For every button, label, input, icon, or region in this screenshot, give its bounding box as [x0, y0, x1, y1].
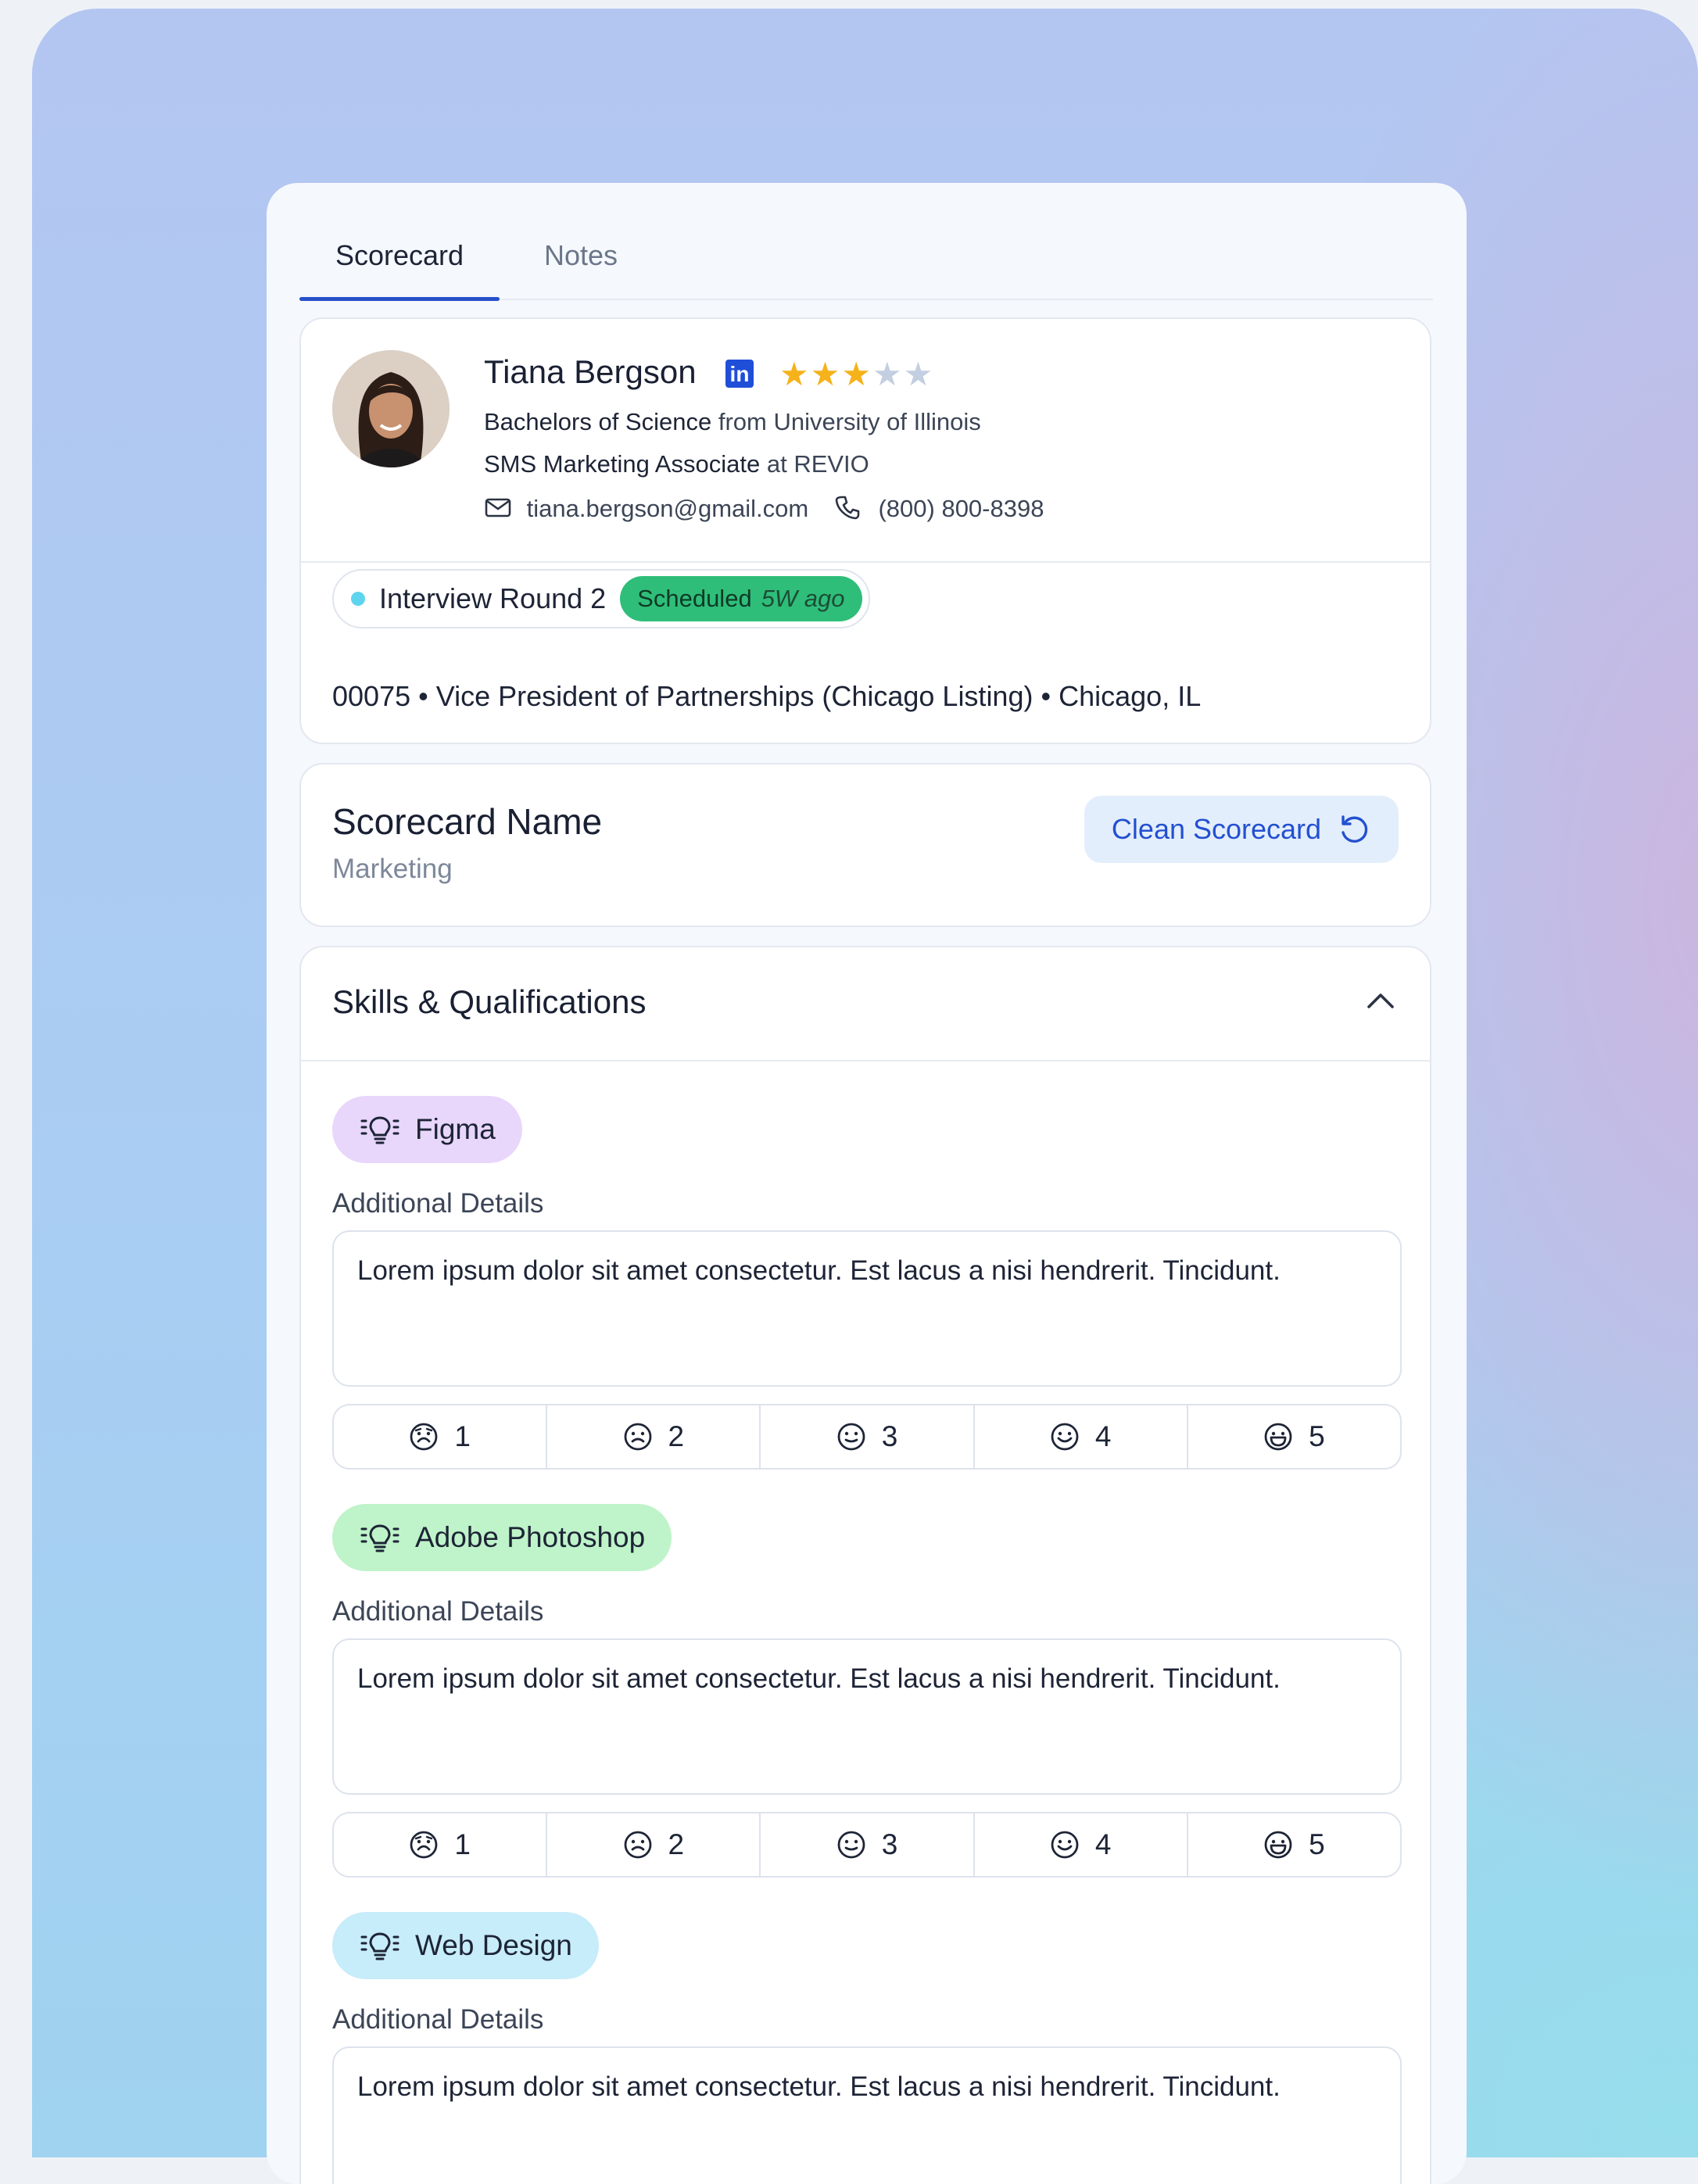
status-text: Scheduled — [637, 585, 752, 612]
star-empty-icon: ★ — [872, 356, 902, 392]
rating-value: 1 — [454, 1420, 471, 1452]
skill-name: Web Design — [415, 1929, 572, 1961]
company: REVIO — [793, 450, 869, 478]
very-happy-face-icon — [1264, 1831, 1292, 1859]
additional-details-input[interactable]: Lorem ipsum dolor sit amet consectetur. … — [332, 1230, 1402, 1387]
rating-value: 2 — [668, 1828, 685, 1860]
scorecard-name-value: Marketing — [332, 854, 453, 884]
lightbulb-icon — [360, 1524, 399, 1552]
rating-option-4[interactable]: 4 — [975, 1813, 1188, 1876]
status-dot — [351, 592, 365, 606]
contact-line: tiana.bergson@gmail.com (800) 800-8398 — [484, 494, 1044, 527]
candidate-rating-stars: ★★★★★ — [779, 355, 934, 393]
role-connector: at — [766, 450, 787, 478]
avatar[interactable] — [332, 350, 450, 467]
smile-face-icon — [1051, 1423, 1079, 1451]
rating-value: 4 — [1094, 1420, 1112, 1452]
additional-details-input[interactable]: Lorem ipsum dolor sit amet consectetur. … — [332, 2046, 1402, 2184]
listing-id: 00075 — [332, 680, 411, 712]
phone-icon — [834, 494, 861, 527]
star-filled-icon: ★ — [779, 356, 809, 392]
very-happy-face-icon — [1264, 1423, 1292, 1451]
rating-option-3[interactable]: 3 — [761, 1405, 975, 1468]
degree: Bachelors of Science — [484, 408, 712, 435]
employment-line: SMS Marketing Associate at REVIO — [484, 450, 869, 478]
skill-tag[interactable]: Figma — [332, 1096, 522, 1163]
clean-scorecard-label: Clean Scorecard — [1111, 813, 1322, 845]
tab-notes[interactable]: Notes — [526, 230, 636, 297]
rating-option-5[interactable]: 5 — [1188, 1405, 1400, 1468]
rating-option-1[interactable]: 1 — [334, 1405, 548, 1468]
clean-scorecard-button[interactable]: Clean Scorecard — [1084, 796, 1399, 863]
skill-tag[interactable]: Adobe Photoshop — [332, 1504, 672, 1571]
rating-value: 5 — [1309, 1828, 1325, 1860]
lightbulb-icon — [360, 1932, 399, 1960]
rating-option-2[interactable]: 2 — [547, 1813, 761, 1876]
card-divider — [301, 561, 1430, 563]
rating-value: 3 — [881, 1828, 898, 1860]
rating-option-5[interactable]: 5 — [1188, 1813, 1400, 1876]
section-divider — [301, 1060, 1430, 1062]
candidate-name: Tiana Bergson — [484, 353, 697, 390]
status-timestamp: 5W ago — [761, 585, 845, 612]
skill-tag[interactable]: Web Design — [332, 1912, 599, 1979]
star-filled-icon: ★ — [841, 356, 871, 392]
phone-link[interactable]: (800) 800-8398 — [878, 495, 1044, 522]
rating-value: 3 — [881, 1420, 898, 1452]
scorecard-name-card: Scorecard Name Marketing Clean Scorecard — [299, 763, 1431, 927]
rating-value: 2 — [668, 1420, 685, 1452]
lightbulb-icon — [360, 1116, 399, 1144]
sad-face-icon — [624, 1423, 651, 1451]
listing-separator: • — [1041, 680, 1051, 712]
rating-value: 5 — [1309, 1420, 1325, 1452]
rating-option-2[interactable]: 2 — [547, 1405, 761, 1468]
chevron-up-icon[interactable] — [1363, 983, 1399, 1019]
tab-scorecard[interactable]: Scorecard — [299, 230, 500, 297]
reset-icon — [1342, 815, 1368, 843]
mail-icon — [484, 496, 512, 525]
education-line: Bachelors of Science from University of … — [484, 408, 981, 436]
rating-scale: 1 2 3 4 5 — [332, 1812, 1402, 1878]
listing-location: Chicago, IL — [1059, 680, 1202, 712]
linkedin-icon[interactable]: in — [725, 360, 754, 388]
tab-bar: Scorecard Notes — [299, 230, 1433, 301]
additional-details-label: Additional Details — [332, 1596, 544, 1627]
neutral-face-icon — [837, 1423, 865, 1451]
very-sad-face-icon — [410, 1423, 438, 1451]
additional-details-label: Additional Details — [332, 1188, 544, 1219]
smile-face-icon — [1051, 1831, 1079, 1859]
school: University of Illinois — [773, 408, 981, 435]
job-listing-line: 00075 • Vice President of Partnerships (… — [332, 680, 1201, 713]
email-link[interactable]: tiana.bergson@gmail.com — [527, 495, 809, 522]
rating-option-4[interactable]: 4 — [975, 1405, 1188, 1468]
additional-details-input[interactable]: Lorem ipsum dolor sit amet consectetur. … — [332, 1638, 1402, 1795]
status-badge: Scheduled 5W ago — [620, 576, 862, 621]
listing-separator: • — [418, 680, 428, 712]
scorecard-title: Scorecard Name — [332, 801, 603, 842]
rating-option-3[interactable]: 3 — [761, 1813, 975, 1876]
active-tab-indicator — [299, 297, 500, 301]
skill-name: Figma — [415, 1113, 496, 1145]
job-role: SMS Marketing Associate — [484, 450, 761, 478]
rating-option-1[interactable]: 1 — [334, 1813, 548, 1876]
degree-connector: from — [718, 408, 767, 435]
neutral-face-icon — [837, 1831, 865, 1859]
skills-card: Skills & Qualifications Figma Additional … — [299, 946, 1431, 2184]
star-empty-icon: ★ — [903, 356, 933, 392]
listing-title[interactable]: Vice President of Partnerships (Chicago … — [436, 680, 1033, 712]
interview-round-label: Interview Round 2 — [379, 582, 607, 614]
rating-value: 4 — [1094, 1828, 1112, 1860]
star-filled-icon: ★ — [810, 356, 840, 392]
additional-details-label: Additional Details — [332, 2004, 544, 2035]
scorecard-panel: Scorecard Notes Tiana Bergson in ★★★★★ B… — [267, 183, 1467, 2184]
interview-round-pill[interactable]: Interview Round 2 Scheduled 5W ago — [332, 569, 870, 628]
sad-face-icon — [624, 1831, 651, 1859]
skill-name: Adobe Photoshop — [415, 1521, 646, 1553]
candidate-card: Tiana Bergson in ★★★★★ Bachelors of Scie… — [299, 317, 1431, 744]
skills-section-title: Skills & Qualifications — [332, 983, 647, 1020]
rating-value: 1 — [454, 1828, 471, 1860]
very-sad-face-icon — [410, 1831, 438, 1859]
rating-scale: 1 2 3 4 5 — [332, 1404, 1402, 1470]
